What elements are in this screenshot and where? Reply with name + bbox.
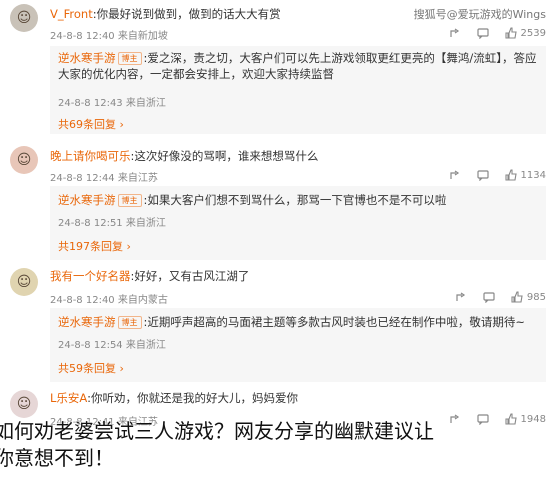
reply-box: 逆水寒手游 博主:爱之深，责之切，大客户们可以先上游戏领取更红更亮的【舞鸿/流虹】…: [50, 46, 546, 134]
comment-text: :好好，又有古风江湖了: [130, 269, 250, 283]
comment-icon: [476, 170, 489, 181]
share-button[interactable]: [449, 169, 461, 181]
share-icon: [456, 292, 465, 301]
view-replies-link[interactable]: 共59条回复 ›: [58, 360, 124, 376]
thumbs-up-icon: [504, 169, 517, 181]
like-button[interactable]: 985: [511, 291, 546, 303]
author-badge: 博主: [117, 52, 142, 65]
reply-date: 24-8-8 12:54: [58, 340, 123, 351]
comment-location: 来自江苏: [117, 173, 158, 184]
share-button[interactable]: [455, 291, 467, 303]
reply-text: :近期呼声超高的马面裙主题等多款古风时装也已经在制作中啦，敬请期待~: [143, 315, 526, 329]
comment-location: 来自新加坡: [117, 31, 168, 42]
avatar[interactable]: ☺: [10, 390, 38, 418]
reply-box: 逆水寒手游 博主:近期呼声超高的马面裙主题等多款古风时装也已经在制作中啦，敬请期待…: [50, 308, 546, 382]
reply-button[interactable]: [483, 291, 495, 303]
caption-line-2: 你意想不到！: [0, 446, 114, 470]
comment-username[interactable]: V_Front: [50, 7, 93, 21]
comment-icon: [483, 292, 495, 303]
like-count: 985: [526, 291, 546, 303]
comment-actions: 1134: [449, 169, 546, 181]
like-count: 2539: [520, 27, 546, 39]
share-icon: [449, 28, 459, 37]
thumbs-up-icon: [504, 27, 517, 39]
thumbs-up-icon: [511, 291, 523, 303]
comment-text: :这次好像没的骂啊，谁来想想骂什么: [130, 149, 319, 163]
share-icon: [449, 170, 459, 179]
reply-location: 来自浙江: [125, 218, 166, 229]
reply-author[interactable]: 逆水寒手游: [58, 193, 116, 207]
reply-button[interactable]: [476, 169, 489, 181]
like-count: 1134: [520, 169, 546, 181]
comment-date: 24-8-8 12:40: [50, 295, 115, 306]
avatar[interactable]: ☺: [10, 268, 38, 296]
reply-total: 共69条回复: [58, 118, 116, 131]
reply-author[interactable]: 逆水寒手游: [58, 51, 116, 65]
like-button[interactable]: 2539: [504, 27, 546, 39]
comment-date: 24-8-8 12:44: [50, 173, 115, 184]
avatar[interactable]: ☺: [10, 4, 38, 32]
author-badge: 博主: [117, 194, 142, 207]
reply-date: 24-8-8 12:43: [58, 98, 123, 109]
reply-text: :如果大客户们想不到骂什么，那骂一下官博也不是不可以啦: [143, 193, 447, 207]
article-caption: 如何劝老婆尝试三人游戏？网友分享的幽默建议让 你意想不到！: [0, 418, 558, 472]
reply-total: 共197条回复: [58, 240, 123, 253]
comment-username[interactable]: 我有一个好名器: [50, 269, 131, 283]
comment-actions: 985: [455, 291, 546, 303]
comment-icon: [476, 28, 489, 39]
author-badge: 博主: [117, 316, 142, 329]
reply-button[interactable]: [476, 27, 489, 39]
comment-username[interactable]: L乐安A: [50, 391, 87, 405]
comment-date: 24-8-8 12:40: [50, 31, 115, 42]
reply-date: 24-8-8 12:51: [58, 218, 123, 229]
comment-text: :你最好说到做到，做到的话大大有赏: [92, 7, 281, 21]
like-button[interactable]: 1134: [504, 169, 546, 181]
reply-box: 逆水寒手游 博主:如果大客户们想不到骂什么，那骂一下官博也不是不可以啦 24-8-…: [50, 186, 546, 260]
reply-author[interactable]: 逆水寒手游: [58, 315, 116, 329]
comment-text: :你听劝，你就还是我的好大儿，妈妈爱你: [87, 391, 298, 405]
avatar[interactable]: ☺: [10, 146, 38, 174]
reply-location: 来自浙江: [125, 98, 166, 109]
comment-username[interactable]: 晚上请你喝可乐: [50, 149, 131, 163]
reply-location: 来自浙江: [125, 340, 166, 351]
view-replies-link[interactable]: 共69条回复 ›: [58, 116, 124, 132]
view-replies-link[interactable]: 共197条回复 ›: [58, 238, 131, 254]
comment-actions: 2539: [449, 27, 546, 39]
caption-line-1: 如何劝老婆尝试三人游戏？网友分享的幽默建议让: [0, 419, 434, 443]
reply-total: 共59条回复: [58, 362, 116, 375]
comment-location: 来自内蒙古: [117, 295, 168, 306]
share-button[interactable]: [449, 27, 461, 39]
